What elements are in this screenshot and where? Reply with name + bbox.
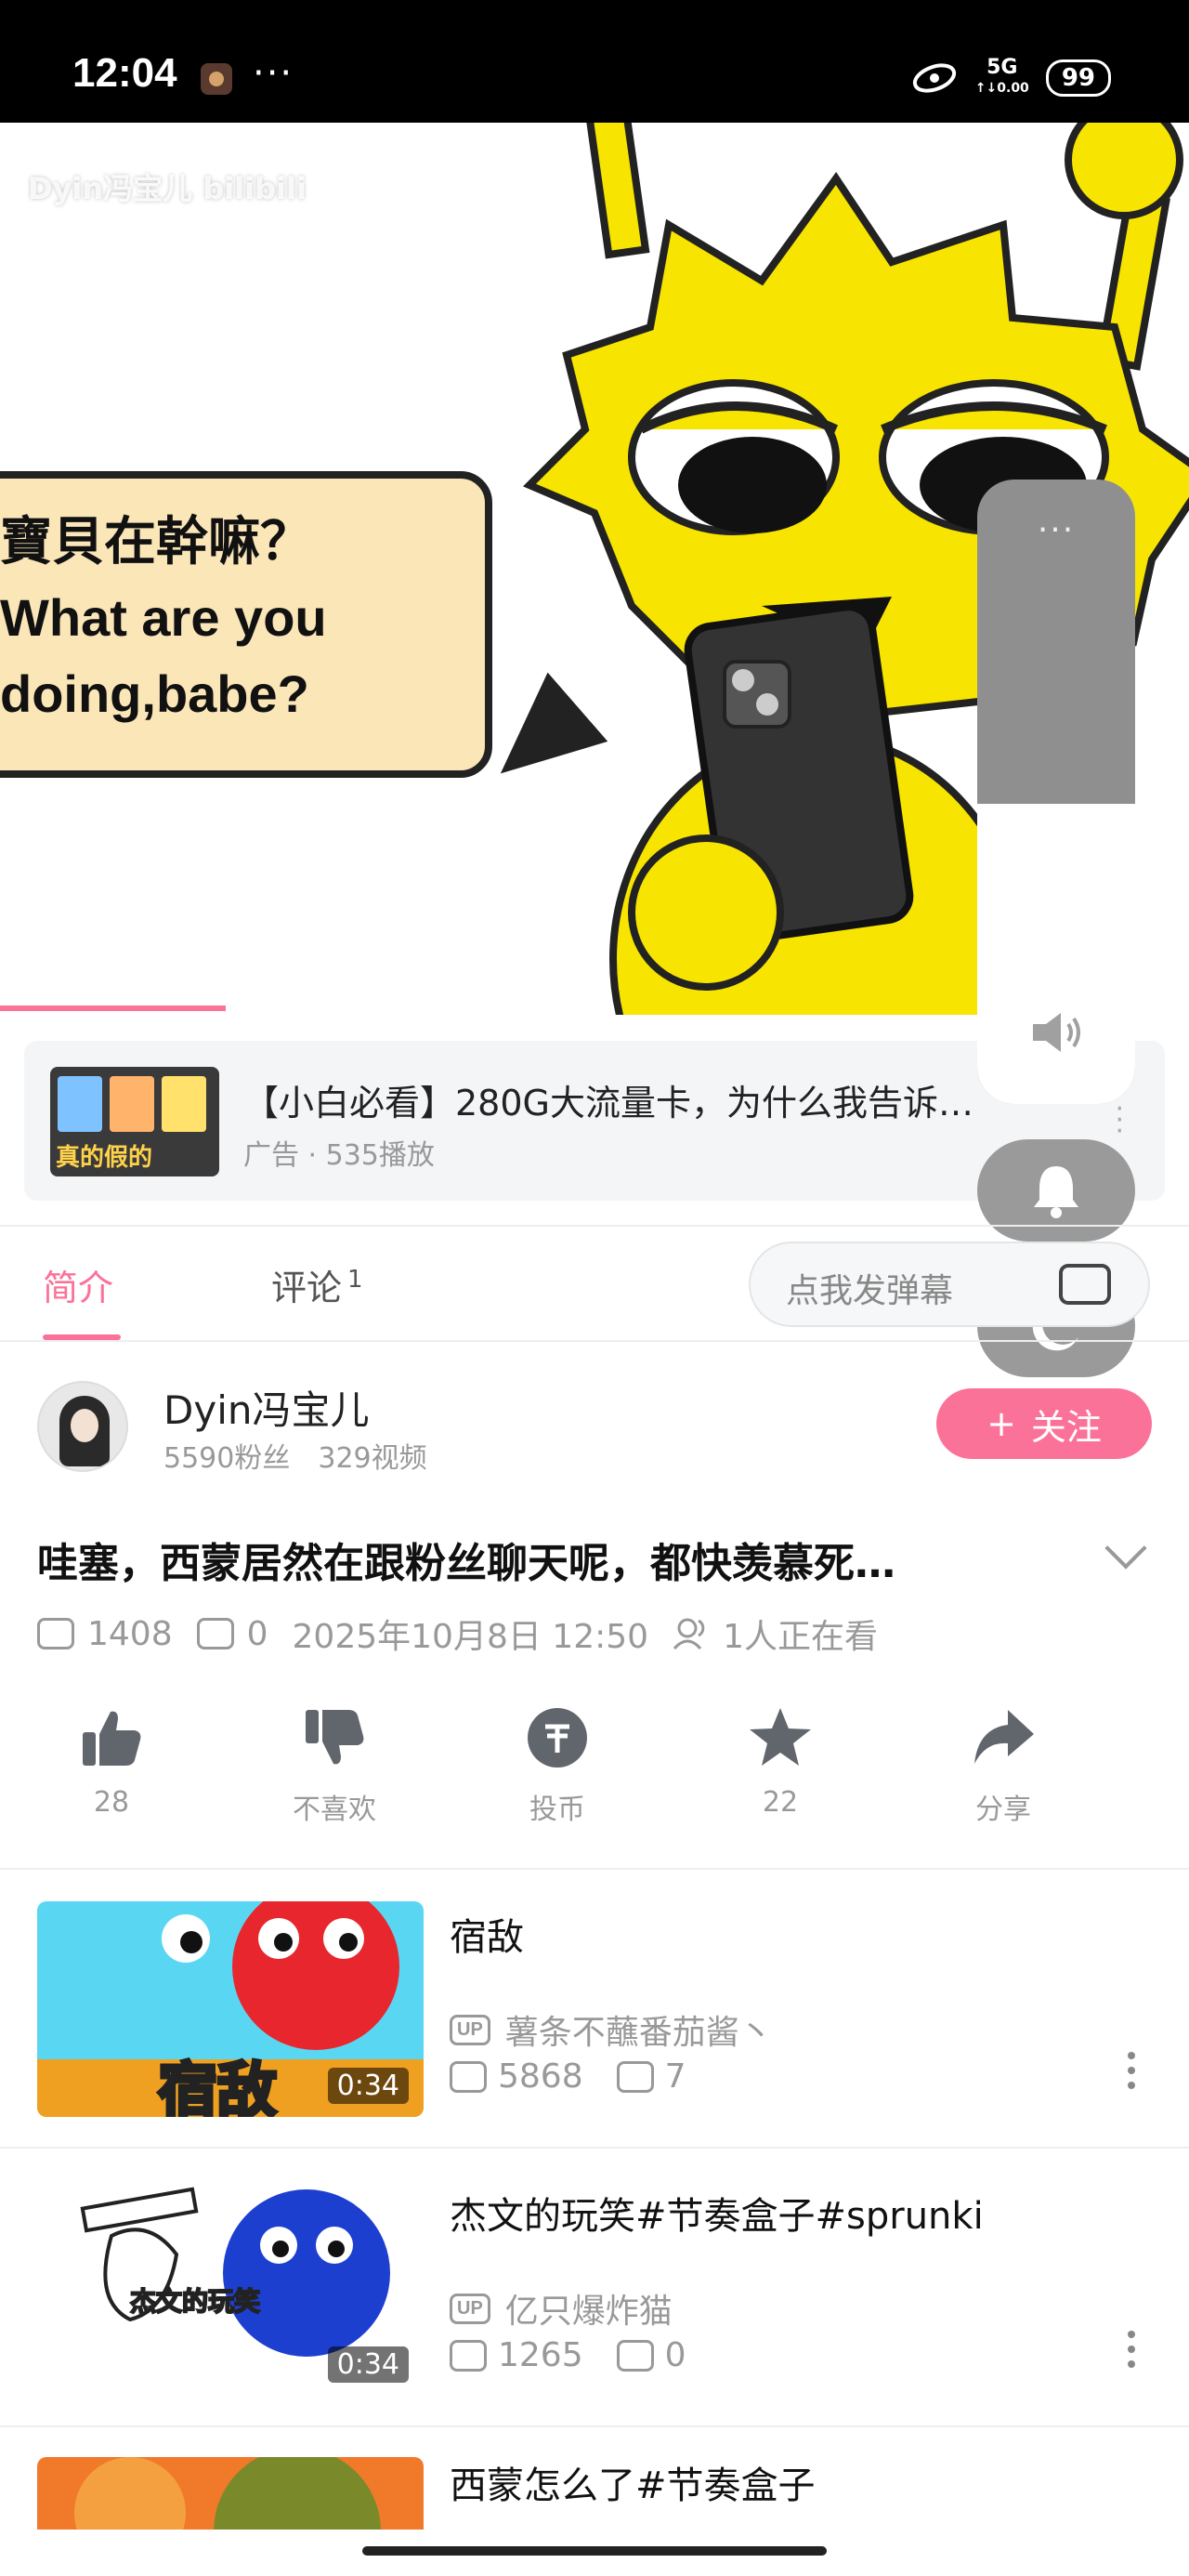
video-duration: 0:34 xyxy=(327,2068,409,2104)
more-icon[interactable] xyxy=(1128,2331,1137,2368)
video-thumbnail: 宿敌 0:34 xyxy=(37,1901,424,2117)
share-icon xyxy=(974,1710,1034,1764)
network-icon: 5G ↑↓0.00 xyxy=(974,56,1029,97)
star-icon xyxy=(750,1708,811,1766)
ad-thumbnail: 真的假的 xyxy=(50,1067,219,1176)
uploader-name[interactable]: Dyin冯宝儿 xyxy=(163,1379,370,1436)
video-meta: 1408 0 2025年10月8日 12:50 1人正在看 xyxy=(37,1610,878,1658)
video-thumbnail: 杰文的玩笑 0:34 xyxy=(37,2180,424,2396)
list-item[interactable]: 西蒙怎么了#节奏盒子 xyxy=(0,2427,1189,2530)
coin-button[interactable]: 投币 xyxy=(483,1706,632,1827)
action-bar: 28 不喜欢 投币 22 分享 xyxy=(37,1706,1152,1836)
up-tag-icon: UP xyxy=(450,2014,490,2045)
play-count-icon xyxy=(450,2060,487,2093)
svg-text:宿敌: 宿敌 xyxy=(158,2057,277,2117)
play-count-icon xyxy=(450,2339,487,2372)
tab-comments[interactable]: 评论 1 xyxy=(271,1259,363,1310)
more-icon[interactable] xyxy=(1128,2052,1137,2089)
favorite-button[interactable]: 22 xyxy=(706,1706,855,1819)
uploader-stats: 5590粉丝 329视频 xyxy=(163,1435,427,1476)
thumbs-up-icon xyxy=(83,1711,141,1766)
publish-date: 2025年10月8日 12:50 xyxy=(292,1618,649,1656)
like-button[interactable]: 28 xyxy=(37,1706,186,1819)
video-title: 杰文的玩笑#节奏盒子#sprunki xyxy=(450,2195,984,2238)
up-tag-icon: UP xyxy=(450,2293,490,2324)
watching-count: 1人正在看 xyxy=(723,1618,878,1656)
video-title: 宿敌 xyxy=(450,1916,524,1959)
danmaku-count-icon xyxy=(616,2060,654,2093)
list-item[interactable]: 杰文的玩笑 0:34 杰文的玩笑#节奏盒子#sprunki UP 亿只爆炸猫 12… xyxy=(0,2149,1189,2424)
video-title: 西蒙怎么了#节奏盒子 xyxy=(450,2464,816,2507)
speaker-icon xyxy=(1033,1013,1080,1052)
ad-meta: 广告 · 535播放 xyxy=(243,1139,435,1172)
uploader: UP 薯条不蘸番茄酱丶 xyxy=(450,2005,773,2054)
home-indicator[interactable] xyxy=(362,2546,827,2556)
app-notification-icon xyxy=(201,63,232,95)
follow-button[interactable]: + 关注 xyxy=(936,1388,1152,1459)
clock: 12:04 xyxy=(72,50,177,96)
video-count: 329视频 xyxy=(318,1442,427,1475)
more-notifications-icon: ··· xyxy=(253,52,294,95)
coin-icon xyxy=(528,1708,587,1768)
danmaku-settings-icon[interactable] xyxy=(1059,1264,1111,1305)
share-button[interactable]: 分享 xyxy=(929,1706,1078,1827)
thumbs-down-icon xyxy=(306,1710,364,1765)
video-title: 哇塞，西蒙居然在跟粉丝聊天呢，都快羡慕死… xyxy=(37,1540,895,1587)
status-icons: 5G ↑↓0.00 99 xyxy=(910,58,1111,99)
uploader-avatar[interactable] xyxy=(37,1381,128,1472)
speech-bubble-text: 寶貝在幹嘛？ What are you doing,babe? xyxy=(0,512,327,723)
volume-slider[interactable]: ··· xyxy=(977,480,1135,1104)
viewers-icon xyxy=(673,1618,705,1650)
play-count-icon xyxy=(37,1618,74,1649)
video-stats: 1265 0 xyxy=(450,2336,686,2374)
chevron-down-icon[interactable] xyxy=(1104,1527,1147,1570)
status-bar: 12:04 ··· 5G ↑↓0.00 99 xyxy=(0,0,1189,123)
volume-more-icon[interactable]: ··· xyxy=(977,511,1135,549)
hotspot-icon xyxy=(912,63,956,93)
video-progress-bar[interactable] xyxy=(0,1005,226,1011)
bell-icon xyxy=(1034,1166,1078,1218)
divider xyxy=(0,1225,1189,1227)
plus-icon: + xyxy=(986,1403,1016,1444)
list-item[interactable]: 宿敌 0:34 宿敌 UP 薯条不蘸番茄酱丶 5868 7 xyxy=(0,1870,1189,2145)
svg-text:杰文的玩笑: 杰文的玩笑 xyxy=(130,2286,260,2317)
danmaku-placeholder: 点我发弹幕 xyxy=(786,1272,954,1310)
ad-title: 【小白必看】280G大流量卡，为什么我告诉… xyxy=(243,1083,973,1124)
uploader: UP 亿只爆炸猫 xyxy=(450,2284,673,2333)
danmaku-count-icon xyxy=(196,1618,234,1649)
fan-count: 5590粉丝 xyxy=(163,1442,291,1475)
ad-more-icon[interactable]: · · · xyxy=(1115,1096,1124,1146)
dislike-button[interactable]: 不喜欢 xyxy=(260,1706,409,1827)
battery-icon: 99 xyxy=(1045,59,1111,97)
volume-level xyxy=(977,804,1135,1104)
tab-intro[interactable]: 简介 xyxy=(43,1259,113,1310)
video-duration: 0:34 xyxy=(327,2346,409,2383)
danmaku-input[interactable]: 点我发弹幕 xyxy=(749,1242,1150,1327)
divider xyxy=(0,1340,1189,1342)
video-stats: 5868 7 xyxy=(450,2057,686,2096)
danmaku-count-icon xyxy=(616,2339,654,2372)
video-watermark: Dyin冯宝儿 bilibili xyxy=(28,171,307,206)
video-thumbnail xyxy=(37,2457,424,2530)
